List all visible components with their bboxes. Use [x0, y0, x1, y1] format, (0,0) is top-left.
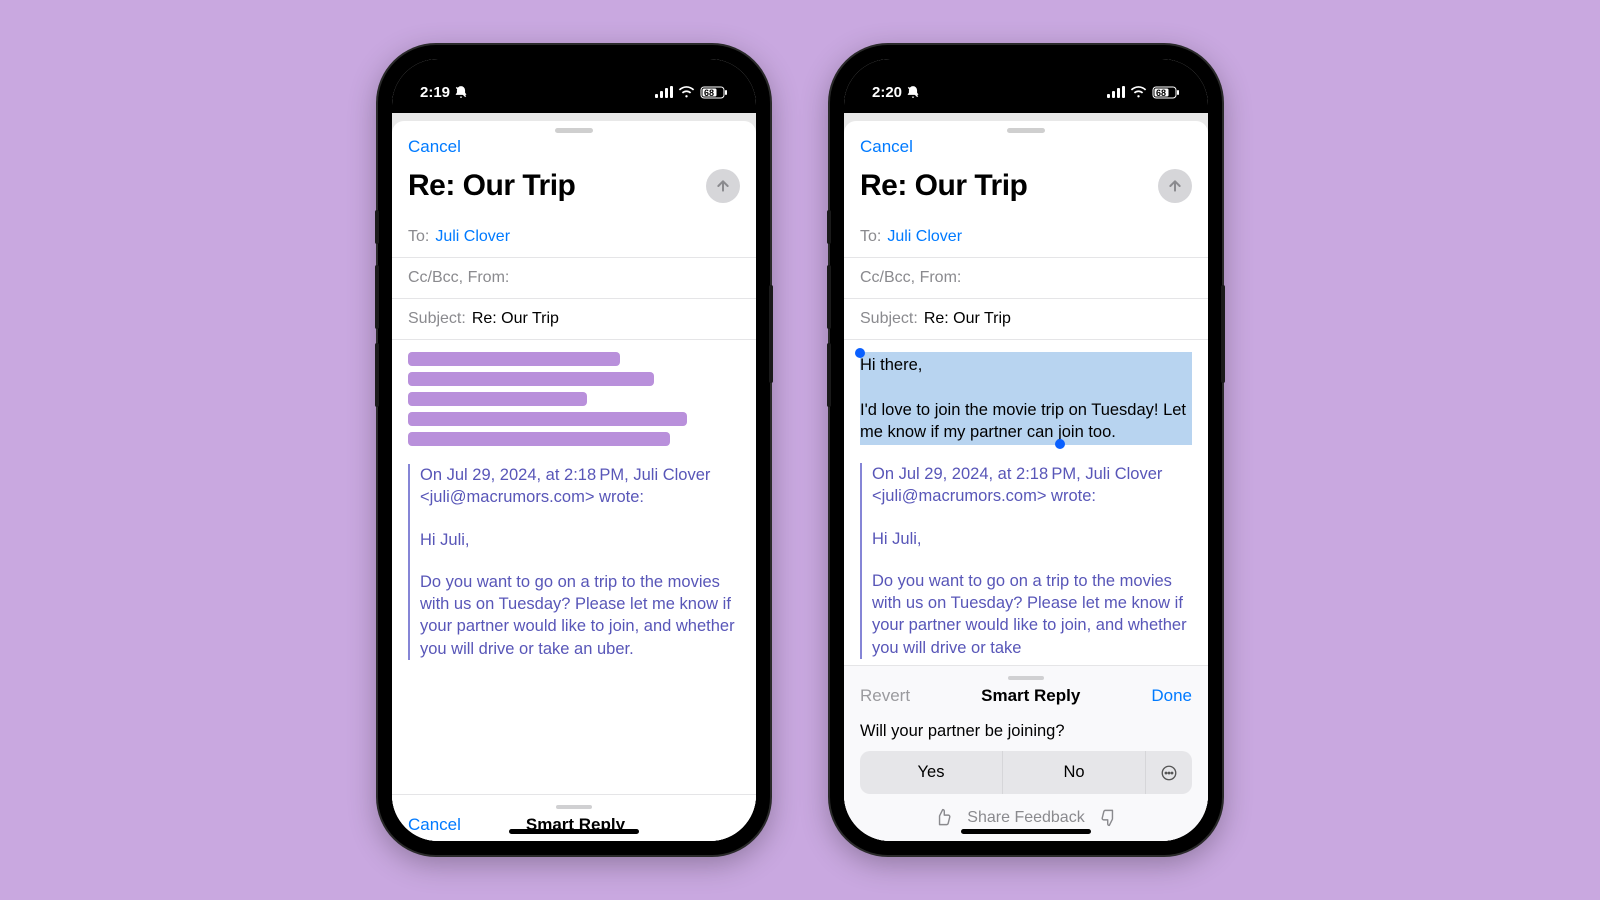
quoted-greeting: Hi Juli,	[872, 528, 1192, 550]
to-value: Juli Clover	[435, 228, 510, 246]
ccbcc-field[interactable]: Cc/Bcc, From:	[844, 258, 1208, 299]
to-label: To:	[860, 228, 881, 246]
battery-icon: 68	[1152, 86, 1180, 99]
toolbar-cancel-button[interactable]: Cancel	[408, 815, 461, 835]
phone-right: 2:20 68 Cancel Re: Our Trip	[830, 45, 1222, 855]
send-button[interactable]	[706, 169, 740, 203]
wifi-icon	[1130, 86, 1147, 98]
toolbar-title: Smart Reply	[981, 686, 1080, 706]
thumbs-up-icon[interactable]	[934, 808, 953, 827]
to-value: Juli Clover	[887, 228, 962, 246]
smart-reply-panel: Will your partner be joining? Yes No Sha…	[844, 712, 1208, 841]
quoted-greeting: Hi Juli,	[420, 529, 740, 551]
compose-body[interactable]: Hi there, I'd love to join the movie tri…	[844, 340, 1208, 665]
send-button[interactable]	[1158, 169, 1192, 203]
share-feedback-button[interactable]: Share Feedback	[967, 809, 1084, 827]
smart-reply-toolbar: Revert Smart Reply Done	[844, 665, 1208, 712]
status-time: 2:19	[420, 84, 450, 101]
svg-text:68: 68	[1156, 88, 1166, 98]
cancel-button[interactable]: Cancel	[860, 137, 913, 157]
smart-reply-question: Will your partner be joining?	[860, 722, 1192, 741]
battery-icon: 68	[700, 86, 728, 99]
sheet-grabber[interactable]	[1007, 128, 1045, 133]
dynamic-island	[965, 71, 1087, 105]
thumbs-down-icon[interactable]	[1099, 808, 1118, 827]
subject-label: Subject:	[860, 310, 918, 328]
more-options-button[interactable]	[1146, 751, 1192, 794]
toolbar-grabber[interactable]	[556, 805, 592, 809]
ccbcc-label: Cc/Bcc, From:	[408, 269, 509, 287]
quoted-header: On Jul 29, 2024, at 2:18 PM, Juli Clover…	[872, 463, 1192, 508]
wifi-icon	[678, 86, 695, 98]
compose-title: Re: Our Trip	[860, 169, 1027, 203]
subject-field[interactable]: Subject: Re: Our Trip	[844, 299, 1208, 340]
arrow-up-icon	[715, 178, 731, 194]
ccbcc-label: Cc/Bcc, From:	[860, 269, 961, 287]
home-indicator[interactable]	[509, 829, 639, 834]
option-yes-button[interactable]: Yes	[860, 751, 1003, 794]
dynamic-island	[513, 71, 635, 105]
to-field[interactable]: To: Juli Clover	[392, 217, 756, 258]
subject-value: Re: Our Trip	[472, 310, 559, 328]
selection-handle-start[interactable]	[855, 348, 865, 358]
subject-field[interactable]: Subject: Re: Our Trip	[392, 299, 756, 340]
to-label: To:	[408, 228, 429, 246]
dnd-icon	[906, 85, 920, 99]
subject-label: Subject:	[408, 310, 466, 328]
ellipsis-icon	[1160, 764, 1178, 782]
svg-text:68: 68	[704, 88, 714, 98]
sheet-grabber[interactable]	[555, 128, 593, 133]
ccbcc-field[interactable]: Cc/Bcc, From:	[392, 258, 756, 299]
quoted-body: Do you want to go on a trip to the movie…	[872, 570, 1192, 659]
quoted-message: On Jul 29, 2024, at 2:18 PM, Juli Clover…	[860, 463, 1192, 659]
home-indicator[interactable]	[961, 829, 1091, 834]
done-button[interactable]: Done	[1151, 686, 1192, 706]
option-no-button[interactable]: No	[1003, 751, 1146, 794]
to-field[interactable]: To: Juli Clover	[844, 217, 1208, 258]
cellular-icon	[655, 86, 673, 98]
status-time: 2:20	[872, 84, 902, 101]
smart-reply-loading	[408, 352, 740, 446]
subject-value: Re: Our Trip	[924, 310, 1011, 328]
dnd-icon	[454, 85, 468, 99]
cancel-button[interactable]: Cancel	[408, 137, 461, 157]
quoted-message: On Jul 29, 2024, at 2:18 PM, Juli Clover…	[408, 464, 740, 660]
quoted-body: Do you want to go on a trip to the movie…	[420, 571, 740, 660]
revert-button[interactable]: Revert	[860, 686, 910, 706]
phone-left: 2:19 68 Cancel Re: Our Trip	[378, 45, 770, 855]
selected-draft-text[interactable]: Hi there, I'd love to join the movie tri…	[860, 352, 1192, 445]
draft-body: I'd love to join the movie trip on Tuesd…	[860, 401, 1186, 441]
quoted-header: On Jul 29, 2024, at 2:18 PM, Juli Clover…	[420, 464, 740, 509]
compose-body[interactable]: On Jul 29, 2024, at 2:18 PM, Juli Clover…	[392, 340, 756, 794]
compose-title: Re: Our Trip	[408, 169, 575, 203]
selection-handle-end[interactable]	[1055, 439, 1065, 449]
cellular-icon	[1107, 86, 1125, 98]
arrow-up-icon	[1167, 178, 1183, 194]
toolbar-grabber[interactable]	[1008, 676, 1044, 680]
draft-greeting: Hi there,	[860, 356, 922, 374]
